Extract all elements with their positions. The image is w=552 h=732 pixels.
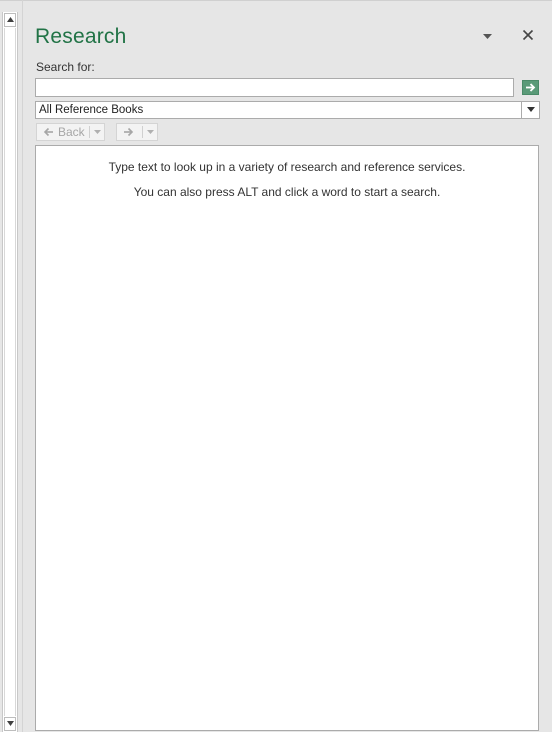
triangle-down-icon [6, 721, 14, 726]
close-button[interactable] [520, 27, 536, 43]
back-history-dropdown[interactable] [90, 124, 105, 140]
back-button[interactable]: Back [37, 124, 89, 140]
pane-options-button[interactable] [480, 29, 496, 43]
scroll-down-button[interactable] [4, 717, 16, 731]
triangle-up-icon [6, 17, 14, 22]
reference-source-dropdown[interactable]: All Reference Books [35, 101, 540, 119]
arrow-right-icon [124, 127, 134, 137]
search-label: Search for: [36, 60, 95, 74]
start-search-button[interactable] [522, 80, 539, 95]
reference-source-value: All Reference Books [39, 104, 144, 116]
results-area: Type text to look up in a variety of res… [35, 145, 539, 731]
pane-title: Research [35, 25, 127, 48]
close-icon [522, 29, 534, 41]
chevron-down-icon [94, 130, 101, 134]
results-hint-text: Type text to look up in a variety of res… [108, 160, 466, 174]
back-navigation-group: Back [36, 123, 105, 141]
forward-history-dropdown[interactable] [143, 124, 158, 140]
arrow-right-icon [526, 83, 536, 92]
results-alt-hint-text: You can also press ALT and click a word … [133, 185, 441, 199]
back-label: Back [58, 125, 85, 139]
scroll-up-button[interactable] [4, 13, 16, 27]
chevron-down-icon [526, 107, 535, 112]
research-pane-window: Research Search for: All Reference Books [0, 0, 552, 732]
forward-navigation-group [116, 123, 158, 141]
arrow-left-icon [43, 127, 53, 137]
vertical-scrollbar[interactable] [2, 12, 18, 732]
search-input[interactable] [35, 78, 514, 97]
top-divider [0, 0, 552, 1]
pane-border [22, 0, 23, 732]
dropdown-arrow-button[interactable] [521, 102, 539, 118]
forward-button[interactable] [117, 124, 142, 140]
chevron-down-icon [483, 34, 492, 39]
chevron-down-icon [147, 130, 154, 134]
scroll-track[interactable] [4, 28, 16, 716]
